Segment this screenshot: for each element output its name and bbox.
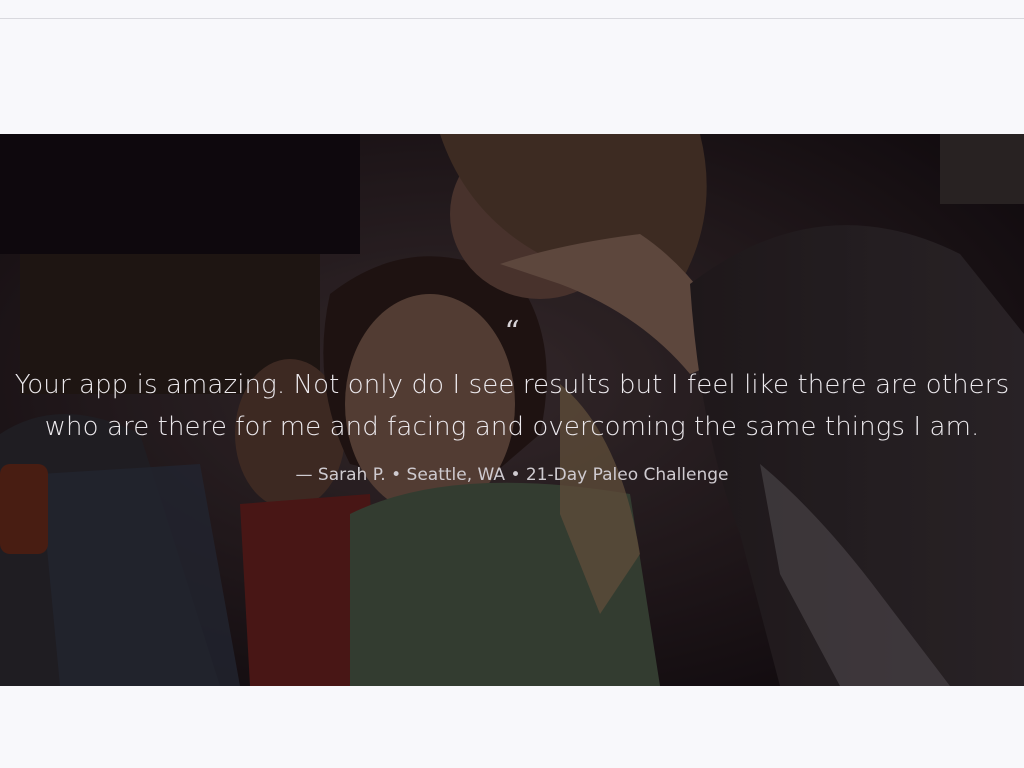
quote-line: who are there for me and facing and over… xyxy=(44,412,980,442)
testimonial-hero: “ Your app is amazing. Not only do I see… xyxy=(0,134,1024,686)
testimonial-quote: “ Your app is amazing. Not only do I see… xyxy=(0,134,1024,686)
quote-text: Your app is amazing. Not only do I see r… xyxy=(0,364,1024,448)
quote-mark-icon: “ xyxy=(504,315,520,350)
testimonial-attribution: — Sarah P. • Seattle, WA • 21-Day Paleo … xyxy=(295,465,729,485)
header-divider xyxy=(0,18,1024,19)
quote-line: Your app is amazing. Not only do I see r… xyxy=(14,370,1010,400)
